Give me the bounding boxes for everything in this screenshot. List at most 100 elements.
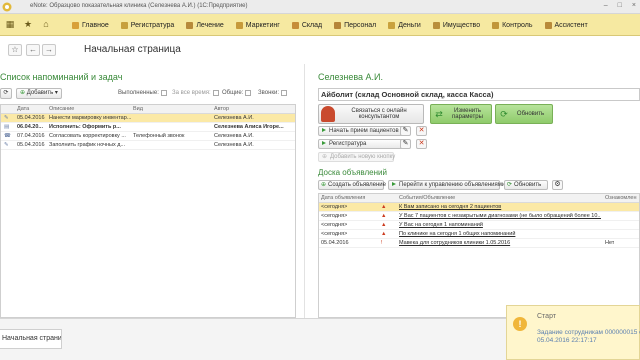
reminders-title: Список напоминаний и задач [0,72,123,82]
panel-splitter[interactable] [304,64,305,318]
nav-section-7[interactable]: Имущество [427,14,486,36]
filter-calls-checkbox[interactable] [281,90,288,96]
manage-announcements-button[interactable]: Перейти к управлению объявлениями [388,180,505,190]
announcements-table[interactable]: Дата объявления События/Объявление Ознак… [318,193,640,318]
col-announcement-date[interactable]: Дата объявления [321,195,365,201]
exclamation-icon: ! [381,240,383,246]
nav-section-label: Регистратура [130,21,175,29]
nav-section-4[interactable]: Склад [286,14,328,36]
nav-section-5[interactable]: Персонал [328,14,382,36]
nav-section-2[interactable]: Лечение [180,14,229,36]
announcement-link[interactable]: У Вас на сегодня 1 напоминаний [399,222,601,228]
filter-common-checkbox[interactable] [245,90,252,96]
cell-desc: Согласовать корректировку ... [49,133,126,139]
col-event[interactable]: События/Объявление [399,195,455,201]
grid-icon[interactable]: ▦ [4,18,16,30]
table-row[interactable]: ☎ 07.04.2016 Согласовать корректировку ...… [1,132,295,141]
add-new-button[interactable]: ⊕ Добавить новую кнопку [318,152,395,162]
tab-home[interactable]: Начальная страница [0,329,62,349]
remove-icon[interactable]: ✕ [416,139,427,149]
filter-all-time-checkbox[interactable] [212,90,219,96]
back-button[interactable]: ← [26,44,40,56]
create-announcement-label: Создать объявление [328,182,386,188]
filter-completed-label: Выполненные: [118,90,159,96]
filter-all-time[interactable]: За все время: [172,90,219,96]
refresh-icon: ⟳ [500,109,508,119]
announcement-link[interactable]: У Вас 7 пациентов с незакрытыми диагноза… [399,213,601,219]
minimize-button[interactable]: – [604,2,608,9]
nav-section-label: Главное [82,21,109,29]
filter-completed[interactable]: Выполненные: [118,90,167,96]
cell-date: <сегодня> [321,213,348,219]
cell-kind: Телефонный звонок [133,133,185,139]
settings-icon[interactable]: ⚙ [552,180,563,190]
cell-desc: Нанести маркировку инвентар... [49,115,131,121]
cell-desc: Исполнить: Оформить р... [49,124,121,130]
filter-completed-checkbox[interactable] [160,90,167,96]
cell-date: <сегодня> [321,222,348,228]
add-reminder-button[interactable]: ⊕ Добавить ▾ [16,88,62,99]
star-icon[interactable]: ★ [22,18,34,30]
nav-section-3[interactable]: Маркетинг [230,14,286,36]
change-params-label: Изменить параметры [452,108,483,120]
window-title: eNote: Образцово показательная клиника (… [30,3,248,9]
table-row[interactable]: <сегодня> ▲ К Вам записано на сегодня 2 па… [319,203,639,212]
change-params-button[interactable]: ⇄ Изменить параметры [430,104,492,124]
table-row[interactable]: <сегодня> ▲ У Вас на сегодня 1 напоминаний [319,221,639,230]
nav-section-9[interactable]: Ассистент [539,14,594,36]
start-reception-button[interactable]: Начать прием пациентов [318,126,408,136]
maximize-button[interactable]: □ [618,2,622,9]
table-row[interactable]: <сегодня> ▲ У Вас 7 пациентов с незакрытым… [319,212,639,221]
section-icon [544,21,552,29]
nav-section-6[interactable]: Деньги [382,14,427,36]
nav-section-label: Деньги [398,21,421,29]
star-toggle-button[interactable]: ☆ [8,44,22,56]
table-row[interactable]: ✎ 05.04.2016 Нанести маркировку инвентар..… [1,114,295,123]
table-row[interactable]: ▤ 06.04.20... Исполнить: Оформить р... Селе… [1,123,295,132]
wrench-icon[interactable]: ✎ [400,139,411,149]
task-icon: ▤ [4,124,10,130]
nav-section-1[interactable]: Регистратура [115,14,181,36]
cell-date: 05.04.2016 [321,240,349,246]
info-icon: ! [513,317,527,331]
swap-icon: ⇄ [435,109,443,119]
filter-calls[interactable]: Звонки: [258,90,288,96]
create-announcement-button[interactable]: ⊕ Создать объявление [318,180,386,190]
nav-section-8[interactable]: Контроль [486,14,538,36]
reminders-table[interactable]: Дата Описание Вид Автор ✎ 05.04.2016 Нанес… [0,104,296,318]
notification-toast[interactable]: ! Старт Задание сотрудникам 000000015 от… [506,305,640,360]
col-kind[interactable]: Вид [133,106,143,112]
warning-icon: ▲ [381,204,387,210]
col-description[interactable]: Описание [49,106,74,112]
section-icon [492,21,500,29]
board-refresh-button[interactable]: ⟳ Обновить [504,180,548,190]
table-row[interactable]: <сегодня> ▲ По клинике на сегодня 1 общих … [319,230,639,239]
nav-section-0[interactable]: Главное [66,14,115,36]
announcement-link[interactable]: Мавека для сотрудников клиники 1.05.2016 [399,240,601,246]
warning-icon: ▲ [381,213,387,219]
contact-consultant-button[interactable]: Связаться с онлайн консультантом [318,104,424,124]
filter-common[interactable]: Общие: [222,90,252,96]
col-date[interactable]: Дата [17,106,29,112]
home-icon[interactable]: ⌂ [40,18,52,30]
registry-label: Регистратура [329,141,367,147]
close-button[interactable]: × [632,2,636,9]
nav-section-label: Персонал [344,21,377,29]
toast-message[interactable]: Задание сотрудникам 000000015 от [537,328,640,337]
forward-button[interactable]: → [42,44,56,56]
announcements-table-header: Дата объявления События/Объявление Ознак… [319,194,639,203]
col-author[interactable]: Автор [214,106,229,112]
announcement-link[interactable]: К Вам записано на сегодня 2 пациентов [399,204,601,210]
refresh-button[interactable]: ⟳ [0,88,12,99]
wrench-icon[interactable]: ✎ [400,126,411,136]
play-icon [322,128,326,132]
refresh-params-button[interactable]: ⟳ Обновить [495,104,553,124]
registry-button[interactable]: Регистратура [318,139,408,149]
add-icon: ⊕ [321,182,327,188]
cell-date: <сегодня> [321,204,348,210]
table-row[interactable]: ✎ 05.04.2016 Заполнить график ночных д... С… [1,141,295,150]
remove-icon[interactable]: ✕ [416,126,427,136]
announcement-link[interactable]: По клинике на сегодня 1 общих напоминани… [399,231,601,237]
table-row[interactable]: 05.04.2016! Мавека для сотрудников клиник… [319,239,639,248]
col-acknowledged[interactable]: Ознакомлен [605,195,637,201]
